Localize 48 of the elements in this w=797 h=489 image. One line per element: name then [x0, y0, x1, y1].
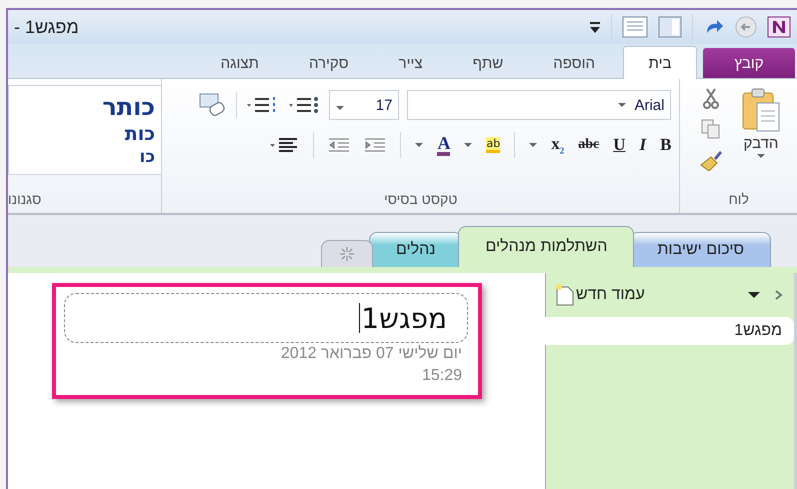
format-button[interactable]: x$_{2}$ [551, 134, 564, 156]
page-item[interactable]: מפגש1 [544, 317, 794, 345]
page-view-icon[interactable] [622, 16, 648, 38]
app-logo-icon[interactable] [767, 16, 791, 38]
paste-button[interactable]: הדבק [731, 87, 791, 191]
indent-icon[interactable] [364, 137, 386, 153]
style-item[interactable]: כו [140, 147, 155, 167]
ribbon-tab[interactable]: שתף [450, 48, 526, 78]
align-icon[interactable] [269, 137, 300, 153]
group-label: טקסט בסיסי [383, 191, 458, 209]
format-button[interactable]: abc [578, 137, 600, 153]
page-time: 15:29 [420, 366, 463, 386]
format-button[interactable]: U [613, 135, 626, 155]
group-label: סגנונו [8, 191, 42, 209]
format-painter-icon[interactable] [699, 149, 723, 171]
scissors-icon[interactable] [702, 87, 720, 109]
sparkle-icon [340, 247, 354, 261]
new-page-icon [556, 284, 574, 306]
window-title: מפגש1 - [14, 16, 79, 38]
ribbon-tab[interactable]: סקירה [286, 48, 371, 78]
format-button[interactable]: B [660, 135, 672, 155]
caret-icon[interactable] [748, 291, 760, 299]
ribbon-tab[interactable]: תצוגה [198, 48, 281, 78]
font-size-field[interactable]: 17 [329, 90, 400, 120]
outdent-icon[interactable] [328, 137, 350, 153]
new-page-button[interactable]: עמוד חדש [556, 284, 645, 306]
clipboard-icon [741, 87, 781, 133]
page-date: יום שלישי 07 פברואר 2012 [280, 344, 463, 364]
highlight-button[interactable]: ab [486, 137, 500, 153]
ribbon-tab[interactable]: בית [623, 46, 697, 79]
font-name-field[interactable]: Arial [407, 90, 672, 120]
copy-icon[interactable] [701, 119, 721, 139]
page-title-field[interactable]: מפגש1 [64, 293, 468, 343]
font-color-button[interactable]: A [437, 134, 450, 156]
chevron-icon[interactable] [774, 289, 784, 301]
ribbon-tab[interactable]: קובץ [703, 48, 795, 78]
back-icon[interactable] [735, 16, 757, 38]
style-item[interactable]: כותר [102, 93, 155, 121]
new-section-tab[interactable] [320, 240, 373, 267]
dock-icon[interactable] [658, 16, 682, 38]
style-item[interactable]: כות [124, 123, 155, 145]
ribbon-tab[interactable]: הוספה [531, 48, 617, 78]
styles-gallery[interactable]: כותר כות כו [8, 85, 161, 175]
ribbon-tab[interactable]: צייר [376, 48, 445, 78]
format-button[interactable]: I [640, 135, 646, 155]
section-tab[interactable]: השתלמות מנהלים [458, 226, 634, 267]
group-label: לוח [728, 191, 750, 209]
customize-caret-icon[interactable] [589, 20, 601, 34]
